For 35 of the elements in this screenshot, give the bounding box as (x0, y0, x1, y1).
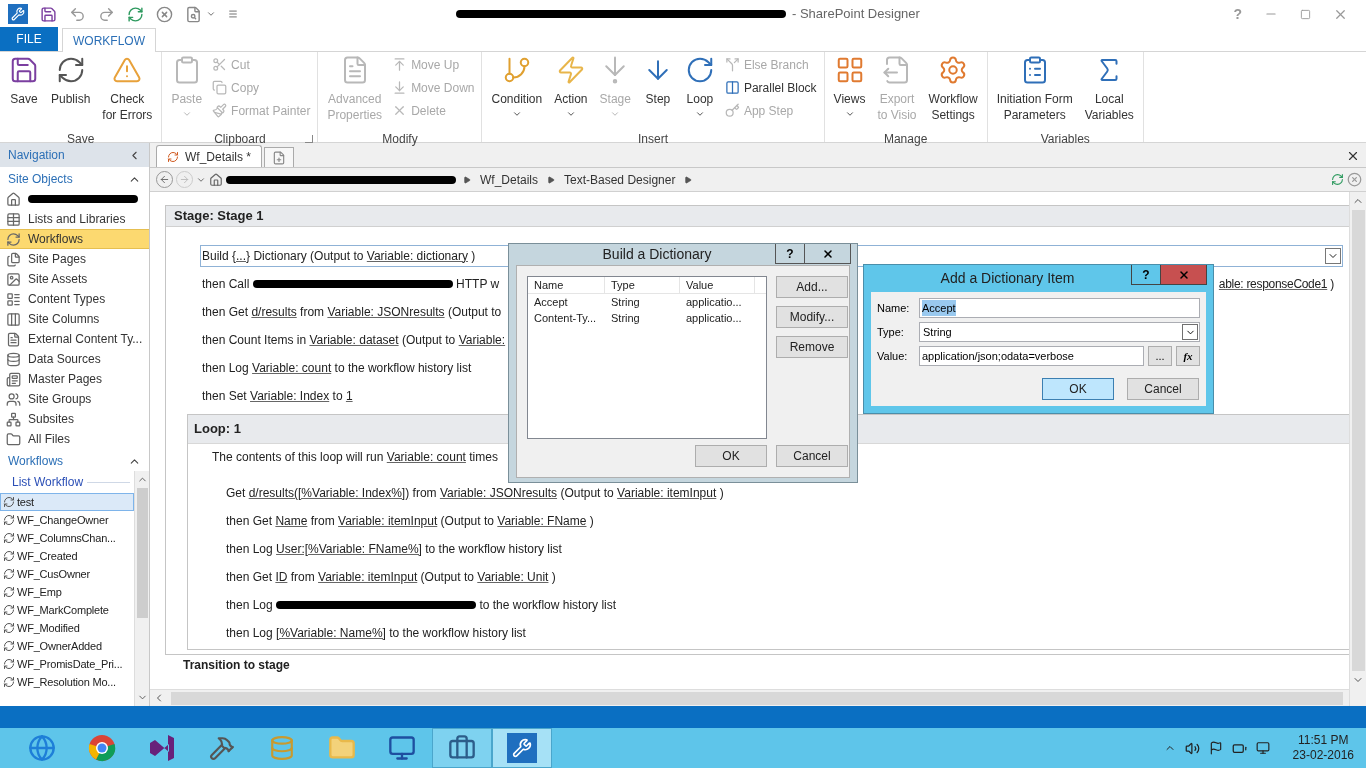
table-cell-text: applicatio... (685, 311, 743, 326)
step-text: then Log User:[%Variable: FName%] to the workflow history list (226, 540, 562, 558)
group-label: Insert (638, 132, 669, 146)
clock-time: 11:51 PM (1298, 733, 1349, 748)
pane-title: Navigation (8, 147, 65, 164)
step-text: then Log to the workflow history list (226, 596, 617, 614)
table-cell-text: String (610, 295, 641, 310)
group-label: Save (67, 132, 95, 146)
table-cell-text: String (610, 311, 641, 326)
loop-title: Loop: 1 (194, 419, 241, 438)
step-text: then Get Name from Variable: itemInput (Output to Variable: FName ) (226, 512, 594, 530)
field-label: Value: (877, 348, 909, 364)
transition-title: Transition to stage (183, 657, 290, 672)
step-text: then Call HTTP w (202, 275, 500, 293)
group-label: Clipboard (214, 132, 266, 146)
dialog-title: Add a Dictionary Item (939, 269, 1076, 288)
step-text: Build {...} Dictionary (Output to Variable: dictionary ) (202, 247, 476, 265)
step-text: then Log [%Variable: Name%] to the workflow history list (226, 624, 526, 642)
loop-description: The contents of this loop will run Variable: count times (212, 449, 498, 464)
stage-title: Stage: Stage 1 (174, 207, 264, 225)
subheader: List Workflow (12, 474, 84, 491)
field-label: Name: (877, 300, 911, 316)
dialog-title: Build a Dictionary (601, 245, 713, 264)
table-cell-text: Content-Ty... (533, 311, 598, 326)
step-text: Get d/results([%Variable: Index%]) from Variable: JSONresults (Output to Variable: itemInput ) (226, 484, 724, 502)
step-text: able: responseCode1 ) (1218, 275, 1335, 293)
group-label: Variables (1040, 132, 1090, 146)
window-title: - SharePoint Designer (792, 5, 920, 24)
table-cell-text: Accept (533, 295, 569, 310)
step-text: then Get ID from Variable: itemInput (Output to Variable: Unit ) (226, 568, 556, 586)
group-label: Manage (883, 132, 928, 146)
clock-date: 23-02-2016 (1292, 748, 1354, 763)
field-label: Type: (877, 324, 905, 340)
table-cell-text: applicatio... (685, 295, 743, 310)
group-label: Modify (382, 132, 418, 146)
